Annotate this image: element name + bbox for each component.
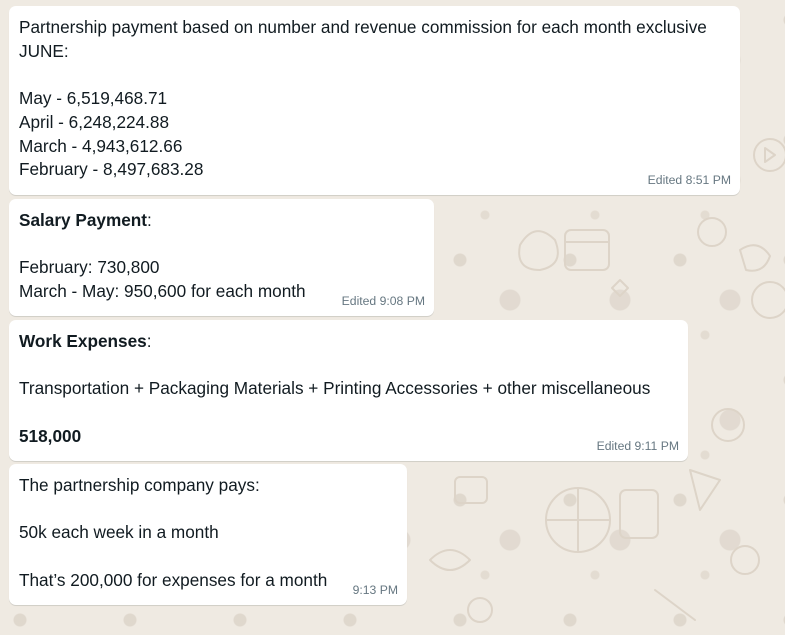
heading-colon: : [147, 210, 152, 230]
message-bubble[interactable]: Partnership payment based on number and … [9, 6, 740, 195]
heart-doodle-icon [711, 408, 745, 442]
message-line: 50k each week in a month [19, 522, 219, 543]
message-timestamp: Edited 8:51 PM [647, 173, 731, 187]
message-total: 518,000 [19, 425, 82, 446]
message-line: February - 8,497,683.28 [19, 159, 204, 180]
message-line: March - 4,943,612.66 [19, 135, 183, 156]
calendar-doodle-icon [564, 229, 610, 271]
message-heading-line: Salary Payment: [19, 209, 424, 233]
message-total-line: 518,000 [19, 425, 678, 449]
message-line: JUNE: [19, 40, 69, 61]
message-line: Transportation + Packaging Materials + P… [19, 378, 651, 399]
message-timestamp: Edited 9:08 PM [341, 294, 425, 308]
message-bubble[interactable]: Work Expenses: Transportation + Packagin… [9, 320, 688, 461]
message-line: The partnership company pays: [19, 475, 260, 495]
star-doodle-icon [611, 279, 629, 297]
message-bubble[interactable]: Salary Payment: February: 730,800 March … [9, 199, 434, 316]
play-doodle-icon [753, 138, 785, 172]
message-heading-line: Work Expenses: [19, 330, 678, 354]
message-line: April - 6,248,224.88 [19, 111, 170, 132]
message-line: May - 6,519,468.71 [19, 88, 168, 109]
mail-doodle-icon [454, 476, 488, 504]
leaf-doodle-icon [739, 244, 771, 272]
globe-doodle-icon [697, 217, 727, 247]
message-heading: Salary Payment [19, 210, 148, 230]
message-heading: Work Expenses [19, 331, 147, 351]
cloud-doodle-icon [518, 230, 559, 271]
message-timestamp: 9:13 PM [352, 583, 398, 597]
message-timestamp: Edited 9:11 PM [596, 439, 679, 453]
pencil-doodle-icon [654, 589, 696, 621]
message-bubble[interactable]: The partnership company pays: 50k each w… [9, 464, 407, 605]
phone-doodle-icon [619, 489, 659, 539]
triangle-doodle-icon [689, 469, 721, 511]
message-line: Partnership payment based on number and … [19, 17, 707, 37]
message-line: February: 730,800 [19, 257, 160, 278]
heading-colon: : [146, 331, 152, 351]
message-line: That’s 200,000 for expenses for a month [19, 569, 328, 590]
fish-doodle-icon [429, 549, 471, 571]
